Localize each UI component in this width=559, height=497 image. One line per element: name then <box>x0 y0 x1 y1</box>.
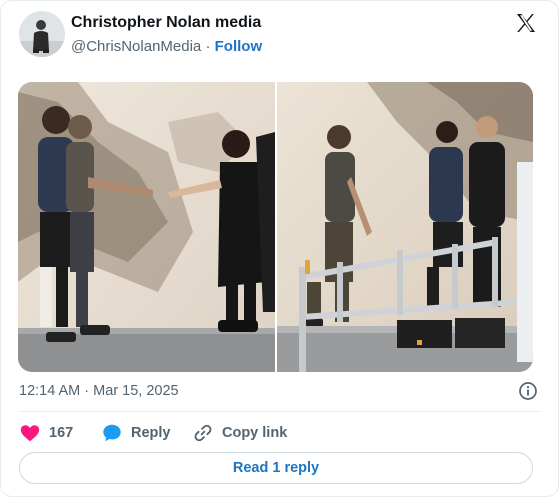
speech-bubble-icon <box>103 424 121 442</box>
timestamp[interactable]: 12:14 AM · Mar 15, 2025 <box>19 383 179 399</box>
author-handle[interactable]: @ChrisNolanMedia <box>71 38 201 55</box>
copy-link-label: Copy link <box>222 425 288 441</box>
photo-actors-walkway-dunes[interactable] <box>277 82 533 372</box>
x-logo-icon[interactable] <box>514 11 538 35</box>
separator-line <box>19 411 540 412</box>
link-icon <box>194 424 212 442</box>
timestamp-date: Mar 15, 2025 <box>93 383 179 399</box>
photo-handshake-dunes[interactable] <box>18 82 275 372</box>
author-name[interactable]: Christopher Nolan media <box>71 14 261 32</box>
timestamp-time: 12:14 AM <box>19 383 81 399</box>
handle-row: @ChrisNolanMedia · Follow <box>71 38 262 55</box>
tweet-media[interactable] <box>18 82 533 372</box>
heart-icon <box>20 425 40 442</box>
reply-button[interactable]: Reply <box>101 422 171 444</box>
info-icon[interactable] <box>518 381 538 401</box>
avatar[interactable] <box>19 11 65 57</box>
reply-label: Reply <box>131 425 171 441</box>
read-replies-button[interactable]: Read 1 reply <box>19 452 533 484</box>
tweet-card: Christopher Nolan media @ChrisNolanMedia… <box>0 0 559 497</box>
like-button[interactable]: 167 <box>19 422 73 444</box>
like-count: 167 <box>49 425 74 441</box>
copy-link-button[interactable]: Copy link <box>192 422 287 444</box>
follow-button[interactable]: Follow <box>215 38 263 55</box>
timestamp-separator: · <box>84 383 90 399</box>
handle-separator: · <box>205 38 211 55</box>
